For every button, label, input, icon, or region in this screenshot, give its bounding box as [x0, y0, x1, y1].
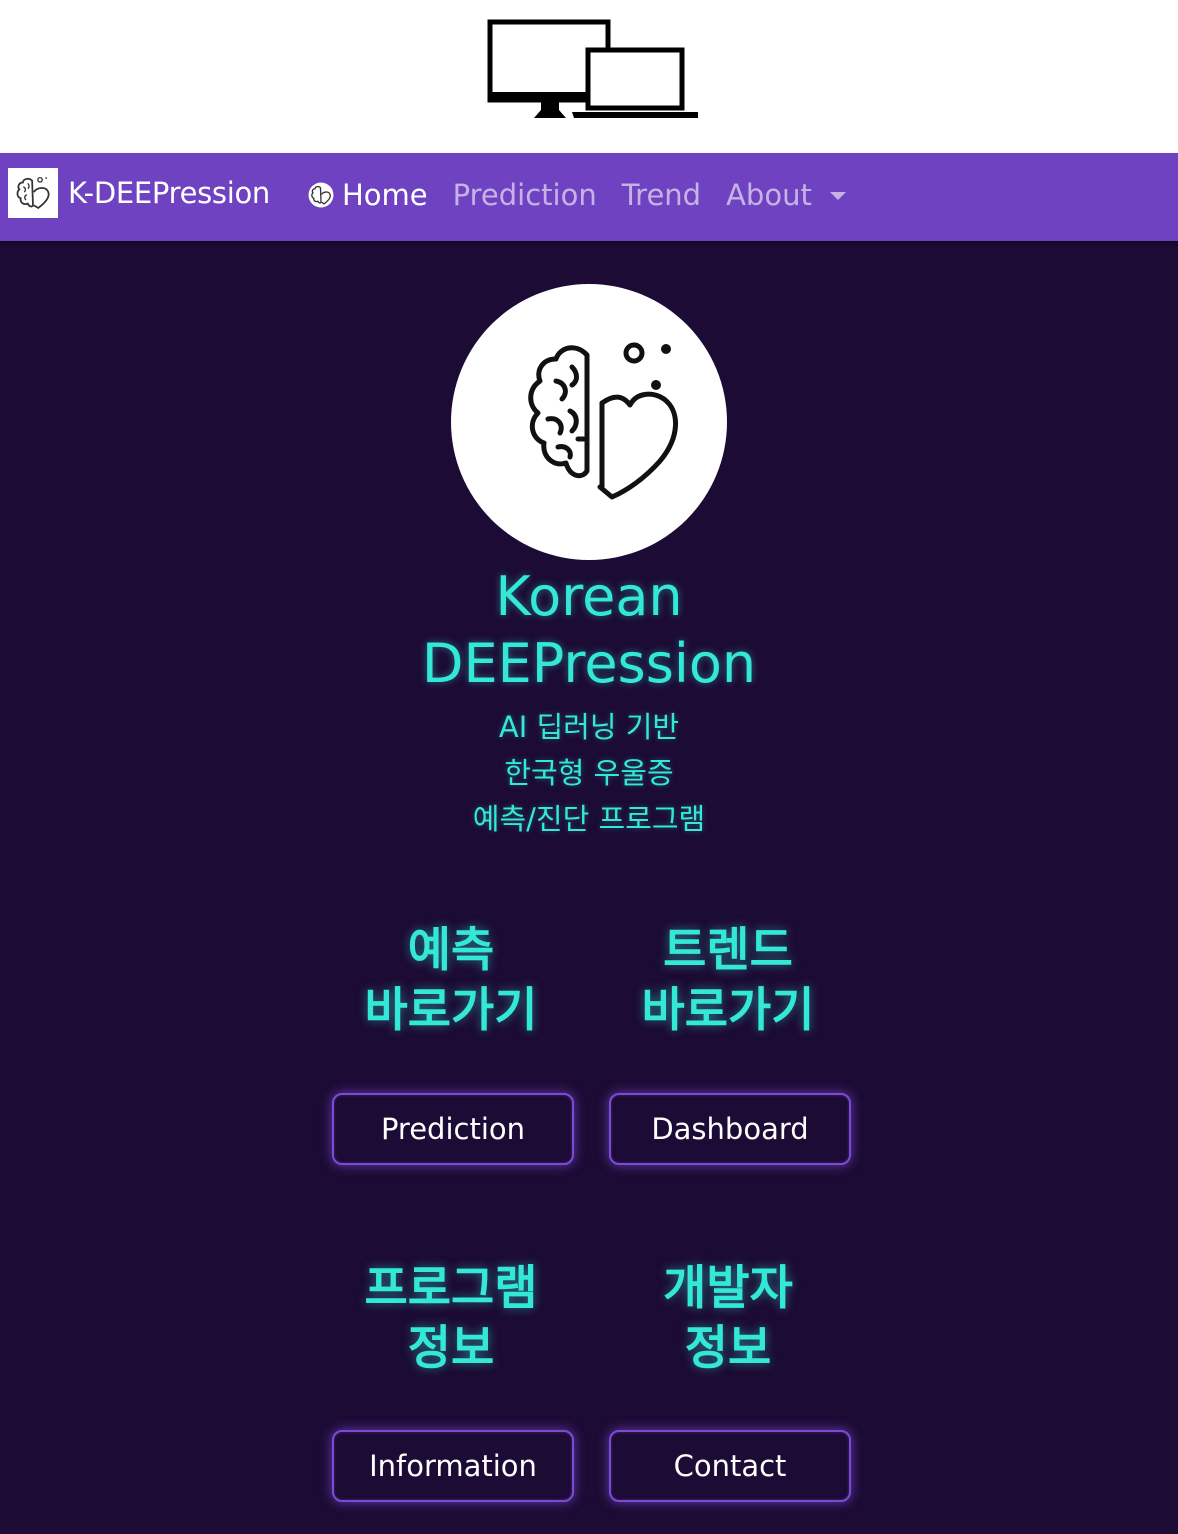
- device-preview-strip: [0, 0, 1178, 153]
- nav-link-home-label: Home: [342, 178, 428, 212]
- hero-title-line1: Korean: [495, 565, 683, 628]
- card-heading-line: 정보: [684, 1321, 772, 1376]
- brand-title: K-DEEPression: [68, 176, 271, 210]
- developer-info-card-heading: 개발자 정보: [588, 1259, 868, 1379]
- hero-subtitle-line: 한국형 우울증: [504, 756, 674, 790]
- nav-link-prediction[interactable]: Prediction: [453, 178, 597, 212]
- program-info-card-heading: 프로그램 정보: [311, 1259, 591, 1379]
- contact-button[interactable]: Contact: [609, 1430, 851, 1502]
- nav-link-trend[interactable]: Trend: [622, 178, 701, 212]
- dashboard-button[interactable]: Dashboard: [609, 1093, 851, 1165]
- brain-heart-icon: [451, 284, 727, 560]
- nav-dropdown-about[interactable]: About: [726, 178, 846, 212]
- hero-subtitle: AI 딥러닝 기반 한국형 우울증 예측/진단 프로그램: [0, 704, 1178, 842]
- prediction-button[interactable]: Prediction: [332, 1093, 574, 1165]
- hero-subtitle-line: 예측/진단 프로그램: [472, 802, 706, 836]
- brain-heart-icon: [308, 182, 334, 208]
- card-heading-line: 개발자: [663, 1261, 793, 1316]
- main-section: Korean DEEPression AI 딥러닝 기반 한국형 우울증 예측/…: [0, 241, 1178, 1534]
- card-heading-line: 정보: [407, 1321, 495, 1376]
- navbar-brand[interactable]: K-DEEPression: [8, 168, 270, 218]
- card-heading-line: 예측: [407, 923, 495, 978]
- prediction-card-heading: 예측 바로가기: [311, 921, 591, 1041]
- hero-title: Korean DEEPression: [0, 563, 1178, 697]
- trend-card-heading: 트렌드 바로가기: [588, 921, 868, 1041]
- card-heading-line: 바로가기: [641, 983, 815, 1038]
- hero-title-line2: DEEPression: [421, 632, 757, 695]
- navbar-links: Home Prediction Trend About: [308, 173, 871, 217]
- top-navbar: K-DEEPression Home Prediction Trend Abou…: [0, 153, 1178, 241]
- brain-heart-icon: [8, 168, 58, 218]
- card-heading-line: 바로가기: [364, 983, 538, 1038]
- card-heading-line: 프로그램: [364, 1261, 538, 1316]
- nav-link-home[interactable]: Home: [308, 178, 428, 212]
- chevron-down-icon: [829, 192, 846, 200]
- information-button[interactable]: Information: [332, 1430, 574, 1502]
- hero-subtitle-line: AI 딥러닝 기반: [498, 710, 680, 744]
- desktop-laptop-devices-icon: [487, 19, 698, 118]
- card-heading-line: 트렌드: [663, 923, 793, 978]
- nav-link-about-label: About: [726, 178, 812, 212]
